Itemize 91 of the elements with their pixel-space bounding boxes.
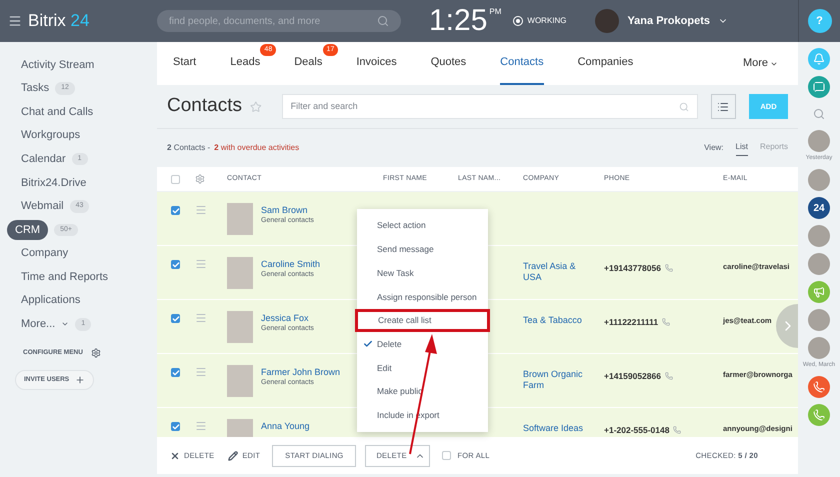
list-settings-button[interactable]: [710, 94, 736, 119]
photo-placeholder: [227, 365, 253, 397]
star-icon[interactable]: [250, 100, 262, 112]
phone-number: +11122211111: [604, 316, 658, 329]
menu-icon[interactable]: [8, 14, 22, 28]
contact-name-link[interactable]: Sam Brown: [261, 205, 314, 216]
work-status[interactable]: WORKING: [527, 15, 566, 27]
status-icon: [513, 16, 524, 26]
menu-item[interactable]: Assign responsible person: [357, 285, 488, 309]
company-link[interactable]: Software Ideas: [523, 423, 596, 434]
sidebar-item[interactable]: Webmail: [13, 198, 64, 215]
row-checkbox[interactable]: [171, 422, 180, 431]
app-badge[interactable]: 24: [808, 197, 830, 219]
drag-handle-icon[interactable]: [195, 312, 207, 324]
drag-handle-icon[interactable]: [195, 366, 207, 378]
phone-icon[interactable]: [664, 372, 673, 380]
sidebar-item[interactable]: Workgroups: [13, 127, 80, 144]
sidebar-item[interactable]: Time and Reports: [13, 268, 108, 286]
menu-item[interactable]: New Task: [357, 261, 488, 286]
contact-name-link[interactable]: Anna Young: [261, 421, 310, 432]
sidebar-item[interactable]: Bitrix24.Drive: [13, 174, 86, 192]
overdue-link[interactable]: 2 with overdue activities: [214, 142, 300, 154]
tab[interactable]: Companies: [578, 42, 634, 85]
sidebar-item[interactable]: Tasks: [13, 80, 50, 97]
row-checkbox[interactable]: [171, 260, 180, 269]
for-all-checkbox[interactable]: [442, 451, 452, 460]
phone-number: +1-202-555-0148: [604, 424, 670, 437]
contact-name-link[interactable]: Farmer John Brown: [261, 367, 340, 378]
contacts-summary: 2 Contacts -: [167, 142, 210, 154]
row-checkbox[interactable]: [171, 314, 180, 323]
sidebar-item[interactable]: Activity Stream: [13, 56, 94, 74]
tab[interactable]: Leads: [230, 42, 260, 85]
menu-item[interactable]: Edit: [357, 356, 488, 380]
sidebar-item[interactable]: CRM: [7, 220, 48, 240]
search-icon: [377, 15, 389, 27]
select-all-checkbox[interactable]: [171, 174, 180, 184]
contact-name-link[interactable]: Jessica Fox: [261, 313, 314, 324]
phone-icon[interactable]: [808, 404, 830, 426]
tab[interactable]: Contacts: [500, 42, 544, 85]
photo-placeholder: [227, 203, 253, 235]
phone-number: +19143778056: [604, 262, 661, 275]
pencil-icon: [228, 450, 238, 460]
menu-item[interactable]: Send message: [357, 238, 488, 262]
filter-field[interactable]: Filter and search: [282, 94, 698, 119]
phone-icon[interactable]: [673, 426, 682, 434]
check-icon: [363, 339, 373, 350]
search-icon[interactable]: [813, 108, 825, 120]
menu-item[interactable]: Make public: [357, 380, 488, 404]
phone-icon[interactable]: [664, 264, 673, 272]
megaphone-icon[interactable]: [808, 281, 830, 303]
menu-item[interactable]: Select action: [357, 214, 488, 238]
company-link[interactable]: Tea & Tabacco: [523, 315, 596, 326]
plus-icon: [75, 375, 86, 386]
tab[interactable]: Invoices: [356, 42, 397, 85]
photo-placeholder: [227, 257, 253, 289]
menu-item[interactable]: Create call list: [355, 308, 490, 332]
sidebar-item[interactable]: Chat and Calls: [13, 104, 94, 120]
row-checkbox[interactable]: [171, 368, 180, 377]
photo-placeholder: [227, 311, 253, 343]
drag-handle-icon[interactable]: [195, 204, 207, 216]
clock-time: 1:25: [429, 6, 488, 36]
sidebar-item[interactable]: Applications: [13, 292, 80, 309]
sidebar-item[interactable]: Calendar: [13, 150, 66, 168]
drag-handle-icon[interactable]: [195, 258, 207, 270]
notifications-icon[interactable]: [808, 48, 830, 70]
chat-icon[interactable]: [808, 76, 830, 98]
sidebar-item[interactable]: More...: [13, 316, 56, 333]
tab[interactable]: Start: [173, 42, 196, 85]
close-icon: [170, 450, 180, 460]
user-avatar[interactable]: [595, 9, 620, 33]
phone-icon[interactable]: [662, 318, 670, 326]
drag-handle-icon[interactable]: [195, 420, 207, 432]
company-link[interactable]: Brown Organic Farm: [523, 369, 596, 391]
menu-item[interactable]: Delete: [357, 332, 488, 356]
row-checkbox[interactable]: [171, 206, 180, 215]
settings-icon[interactable]: [90, 348, 101, 358]
clock-period: PM: [489, 6, 502, 18]
view-tab[interactable]: List: [736, 140, 748, 156]
page-title: Contacts: [167, 94, 242, 118]
tab[interactable]: Quotes: [430, 42, 466, 85]
contact-name-link[interactable]: Caroline Smith: [261, 259, 320, 270]
tab[interactable]: Deals: [294, 42, 322, 85]
view-label: View:: [704, 142, 724, 154]
phone-icon[interactable]: [808, 376, 830, 398]
more-tab[interactable]: More: [742, 42, 778, 85]
user-name[interactable]: Yana Prokopets: [627, 12, 710, 30]
company-link[interactable]: Travel Asia & USA: [523, 261, 596, 283]
logo: Bitrix 24: [28, 10, 90, 32]
search-icon: [678, 102, 689, 112]
phone-number: +14159052866: [604, 370, 661, 383]
sidebar-item[interactable]: Company: [13, 245, 68, 262]
